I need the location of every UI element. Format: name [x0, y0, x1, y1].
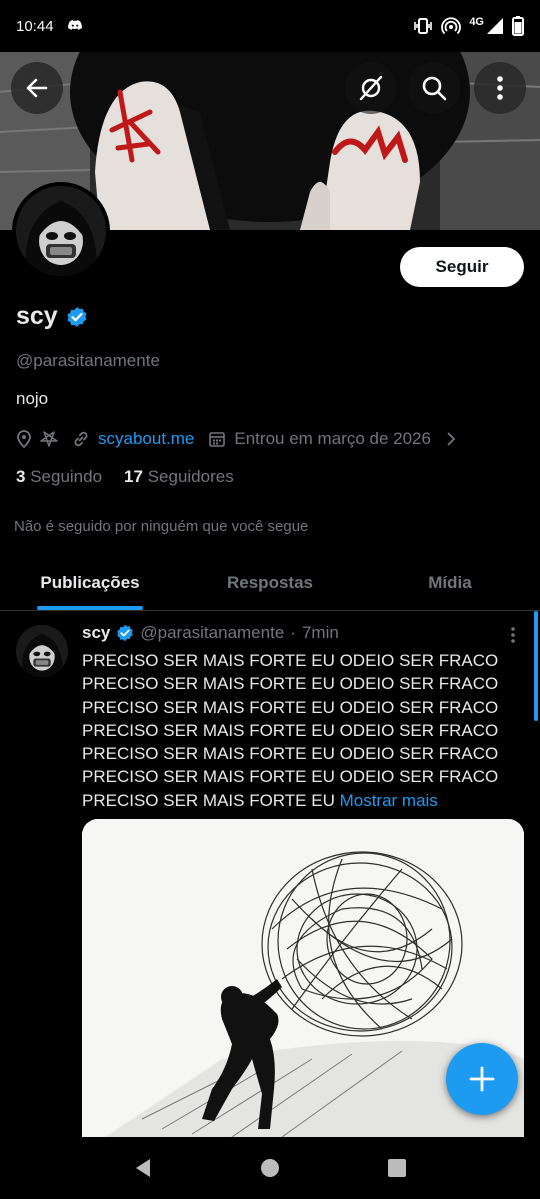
post-author-name[interactable]: scy: [82, 623, 110, 643]
post-text-line: PRECISO SER MAIS FORTE EU ODEIO SER FRAC…: [82, 744, 499, 764]
followers-count: 17: [124, 467, 143, 486]
calendar-icon: [209, 432, 226, 447]
following-count: 3: [16, 467, 26, 486]
mutual-followers-text: Não é seguido por ninguém que você segue: [14, 518, 309, 535]
location-icon: [17, 430, 31, 448]
tab-label: Publicações: [40, 572, 140, 592]
post-text-line: PRECISO SER MAIS FORTE EU ODEIO SER FRAC…: [82, 697, 499, 717]
follow-stats: 3 Seguindo 17 Seguidores: [16, 467, 234, 487]
tab-midia[interactable]: Mídia: [360, 555, 540, 610]
profile-bio: nojo: [16, 389, 49, 408]
back-button[interactable]: [11, 62, 63, 114]
search-icon: [422, 76, 447, 101]
post-text: PRECISO SER MAIS FORTE EU ODEIO SER FRAC…: [82, 649, 502, 812]
post-text-line: PRECISO SER MAIS FORTE EU ODEIO SER FRAC…: [82, 767, 499, 787]
signal-icon: [487, 18, 503, 34]
tab-respostas[interactable]: Respostas: [180, 555, 360, 610]
pentagram-icon: [40, 431, 58, 447]
discord-icon: [67, 20, 82, 30]
post-time: 7min: [301, 623, 339, 642]
more-vertical-icon: [497, 76, 503, 100]
verified-badge-icon: [117, 624, 134, 642]
post-header: scy @parasitanamente · 7min: [82, 623, 339, 643]
search-button[interactable]: [408, 62, 460, 114]
vibrate-icon: [414, 18, 433, 34]
network-type: 4G: [469, 16, 484, 28]
profile-handle: @parasitanamente: [16, 351, 160, 370]
home-circle-icon[interactable]: [259, 1157, 281, 1179]
battery-icon: [512, 16, 524, 36]
hotspot-icon: [441, 17, 462, 35]
followers-label: Seguidores: [147, 467, 234, 486]
post-text-line-last: PRECISO SER MAIS FORTE EU Mostrar mais: [82, 789, 502, 812]
post-text-line: PRECISO SER MAIS FORTE EU ODEIO SER FRAC…: [82, 651, 499, 670]
active-tab-indicator: [37, 606, 143, 610]
post-text-tail: PRECISO SER MAIS FORTE EU: [82, 790, 340, 810]
system-nav-bar: [0, 1137, 540, 1199]
back-triangle-icon[interactable]: [132, 1157, 154, 1179]
website-link[interactable]: scyabout.me: [98, 429, 194, 449]
grok-icon: [359, 75, 383, 101]
profile-tabs: Publicações Respostas Mídia: [0, 555, 540, 611]
post-more-icon[interactable]: [504, 625, 522, 645]
profile-name-row: scy: [16, 302, 88, 331]
followers-stat[interactable]: 17 Seguidores: [124, 467, 234, 487]
following-stat[interactable]: 3 Seguindo: [16, 467, 102, 487]
post-text-line: PRECISO SER MAIS FORTE EU ODEIO SER FRAC…: [82, 720, 499, 740]
joined-date: Entrou em março de 2026: [234, 429, 431, 448]
avatar-image: [16, 186, 106, 276]
show-more-link[interactable]: Mostrar mais: [340, 791, 438, 810]
tab-label: Respostas: [227, 572, 313, 592]
display-name: scy: [16, 302, 58, 330]
more-options-button[interactable]: [474, 62, 526, 114]
tab-label: Mídia: [428, 572, 472, 592]
profile-meta: scyabout.me Entrou em março de 2026: [16, 428, 457, 450]
verified-badge-icon[interactable]: [66, 306, 88, 328]
post-avatar[interactable]: [16, 625, 68, 677]
compose-button[interactable]: [446, 1043, 518, 1115]
scrollbar[interactable]: [534, 611, 538, 721]
plus-icon: [469, 1066, 495, 1092]
profile-avatar[interactable]: [12, 182, 110, 280]
chevron-right-icon[interactable]: [445, 431, 457, 447]
following-label: Seguindo: [30, 467, 103, 486]
grok-button[interactable]: [345, 62, 397, 114]
follow-button[interactable]: Seguir: [400, 247, 524, 287]
status-time: 10:44: [16, 17, 54, 35]
status-bar: 10:44 4G: [0, 0, 540, 52]
link-icon: [74, 431, 88, 447]
avatar-image: [16, 625, 68, 677]
recents-square-icon[interactable]: [386, 1157, 408, 1179]
post-separator: ·: [290, 623, 296, 642]
post-author-handle: @parasitanamente: [140, 623, 285, 642]
post-text-line: PRECISO SER MAIS FORTE EU ODEIO SER FRAC…: [82, 674, 499, 694]
tab-publicacoes[interactable]: Publicações: [0, 555, 180, 610]
arrow-left-icon: [26, 78, 48, 98]
